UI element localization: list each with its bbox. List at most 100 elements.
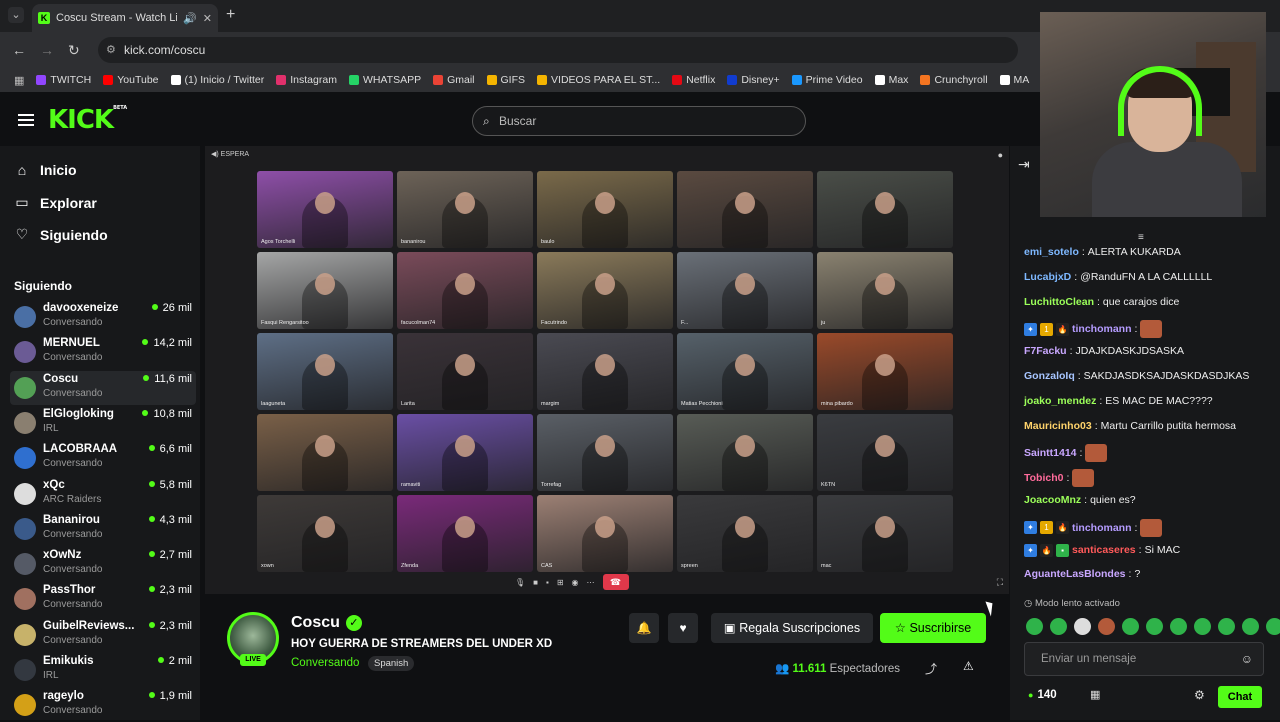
emoji-icon[interactable]: ☺ [1241, 643, 1253, 675]
address-bar[interactable]: ⚙ kick.com/coscu [98, 37, 1018, 63]
bookmark-item[interactable]: GIFS [486, 74, 525, 86]
bookmark-item[interactable]: Disney+ [727, 74, 780, 86]
chat-username[interactable]: AguanteLasBlondes [1024, 568, 1126, 580]
video-player[interactable]: ◀) ESPERA Agos Torchelli bananirou baulo Fa… [205, 146, 1009, 594]
channel-viewers: 14,2 mil [142, 337, 192, 349]
gift-icon[interactable]: ▦ [1090, 688, 1100, 701]
emote-icon[interactable] [1026, 618, 1043, 635]
close-tab-icon[interactable]: ✕ [203, 12, 212, 25]
chat-text: Martu Carrillo putita hermosa [1100, 419, 1236, 432]
channel-points[interactable]: 140 [1028, 689, 1056, 701]
bookmark-item[interactable]: Prime Video [791, 74, 863, 86]
emote-icon[interactable] [1170, 618, 1187, 635]
sidebar-channel[interactable]: davooxeneize Conversando 26 mil [10, 300, 196, 334]
sidebar-channel[interactable]: LACOBRAAA Conversando 6,6 mil [10, 441, 196, 475]
site-info-icon[interactable]: ⚙ [106, 37, 116, 63]
emote-icon[interactable] [1146, 618, 1163, 635]
chat-username[interactable]: Mauricinho03 [1024, 420, 1092, 432]
chat-username[interactable]: santicaseres [1072, 544, 1136, 556]
channel-avatar [14, 376, 36, 399]
back-icon[interactable]: ← [12, 42, 26, 58]
bookmark-item[interactable]: YouTube [103, 74, 159, 86]
settings-icon[interactable]: ⚙ [1194, 688, 1205, 702]
chat-username[interactable]: JoacooMnz [1024, 494, 1081, 506]
chat-badge-icon: 1 [1040, 322, 1053, 336]
speaker-icon[interactable]: 🔊 [183, 12, 197, 25]
bookmark-item[interactable]: Instagram [276, 74, 337, 86]
chat-username[interactable]: joako_mendez [1024, 395, 1096, 407]
bookmark-item[interactable]: WHATSAPP [348, 74, 421, 86]
collapse-chat-icon[interactable]: ⇥ [1018, 156, 1030, 173]
reload-icon[interactable]: ↻ [68, 42, 80, 59]
bookmark-item[interactable]: VIDEOS PARA EL ST... [537, 74, 660, 86]
bookmark-item[interactable]: MA [999, 74, 1029, 86]
apps-icon[interactable]: ▦ [14, 74, 24, 87]
notification-bell-button[interactable]: 🔔 [629, 613, 659, 643]
search-input[interactable]: ⌕ Buscar [472, 106, 806, 136]
subscribe-button[interactable]: ☆ Suscribirse [880, 613, 986, 643]
chat-username[interactable]: Saintt1414 [1024, 447, 1077, 459]
emote-icon[interactable] [1098, 618, 1115, 635]
scroll-down-icon[interactable]: ≡ [1138, 232, 1144, 243]
bookmark-item[interactable]: Max [874, 74, 908, 86]
menu-icon[interactable] [18, 114, 34, 126]
chat-input[interactable]: Enviar un mensaje ☺ [1024, 642, 1264, 676]
emote-icon[interactable] [1266, 618, 1280, 635]
emote-icon[interactable] [1242, 618, 1259, 635]
emote-icon[interactable] [1050, 618, 1067, 635]
chat-username[interactable]: emi_sotelo [1024, 246, 1079, 258]
bookmark-icon [791, 75, 802, 85]
chat-text: ES MAC DE MAC???? [1105, 394, 1213, 407]
browser-tab[interactable]: K Coscu Stream - Watch Live 🔊 ✕ [32, 4, 218, 32]
bookmark-item[interactable]: Crunchyroll [920, 74, 988, 86]
sidebar-channel[interactable]: xOwNz Conversando 2,7 mil [10, 547, 196, 581]
chat-message: Mauricinho03: Martu Carrillo putita hermo… [1024, 419, 1236, 432]
language-tag[interactable]: Spanish [368, 656, 415, 671]
follow-button[interactable]: ♥ [668, 613, 698, 643]
chat-username[interactable]: tinchomann [1072, 323, 1132, 335]
participant-face [455, 516, 475, 538]
bookmark-item[interactable]: Gmail [433, 74, 475, 86]
kick-logo[interactable]: KICKBETA [48, 105, 127, 135]
sidebar-channel[interactable]: Emikukis IRL 2 mil [10, 653, 196, 687]
channel-name: LACOBRAAA [43, 443, 118, 456]
chat-username[interactable]: F7Facku [1024, 345, 1067, 357]
sidebar-channel[interactable]: xQc ARC Raiders 5,8 mil [10, 477, 196, 511]
forward-icon[interactable]: → [40, 42, 54, 58]
chat-username[interactable]: LuchittoClean [1024, 296, 1094, 308]
gift-subs-button[interactable]: ▣ Regala Suscripciones [711, 613, 873, 643]
emote-icon[interactable] [1194, 618, 1211, 635]
tab-search-icon[interactable]: ⌄ [8, 7, 24, 23]
new-tab-button[interactable]: + [226, 6, 235, 24]
sidebar-channel[interactable]: MERNUEL Conversando 14,2 mil [10, 335, 196, 369]
participant-face [875, 192, 895, 214]
sidebar-channel[interactable]: Coscu Conversando 11,6 mil [10, 370, 196, 405]
emote-icon[interactable] [1074, 618, 1091, 635]
stream-category[interactable]: Conversando [291, 657, 359, 669]
sidebar-item-siguiendo[interactable]: ♡ Siguiendo [14, 226, 108, 243]
sidebar-item-inicio[interactable]: ⌂ Inicio [14, 162, 77, 178]
report-icon[interactable]: ⚠ [963, 659, 974, 673]
emote-icon[interactable] [1218, 618, 1235, 635]
chat-username[interactable]: LucabjxD [1024, 271, 1071, 283]
chat-username[interactable]: Tobich0 [1024, 472, 1063, 484]
sidebar-channel[interactable]: Bananirou Conversando 4,3 mil [10, 512, 196, 546]
sidebar-item-explorar[interactable]: ▭ Explorar [14, 194, 96, 211]
fullscreen-icon[interactable]: ⛶ [997, 577, 1003, 588]
chat-username[interactable]: tinchomann [1072, 522, 1132, 534]
bookmark-item[interactable]: (1) Inicio / Twitter [170, 74, 264, 86]
chat-username[interactable]: GonzaloIq [1024, 370, 1075, 382]
search-placeholder: Buscar [499, 114, 537, 128]
participant-name: Agos Torchelli [261, 239, 296, 245]
sidebar-channel[interactable]: rageylo Conversando 1,9 mil [10, 688, 196, 722]
share-icon[interactable]: ⤴ [925, 660, 937, 677]
sidebar-channel[interactable]: ElGlogloking IRL 10,8 mil [10, 406, 196, 440]
sidebar-channel[interactable]: GuibelReviews... Conversando 2,3 mil [10, 618, 196, 652]
bookmark-item[interactable]: TWITCH [36, 74, 91, 86]
sidebar-channel[interactable]: PassThor Conversando 2,3 mil [10, 582, 196, 616]
send-chat-button[interactable]: Chat [1218, 686, 1262, 708]
participant-face [595, 516, 615, 538]
streamer-name[interactable]: Coscu ✓ [291, 614, 362, 632]
bookmark-item[interactable]: Netflix [672, 74, 715, 86]
emote-icon[interactable] [1122, 618, 1139, 635]
